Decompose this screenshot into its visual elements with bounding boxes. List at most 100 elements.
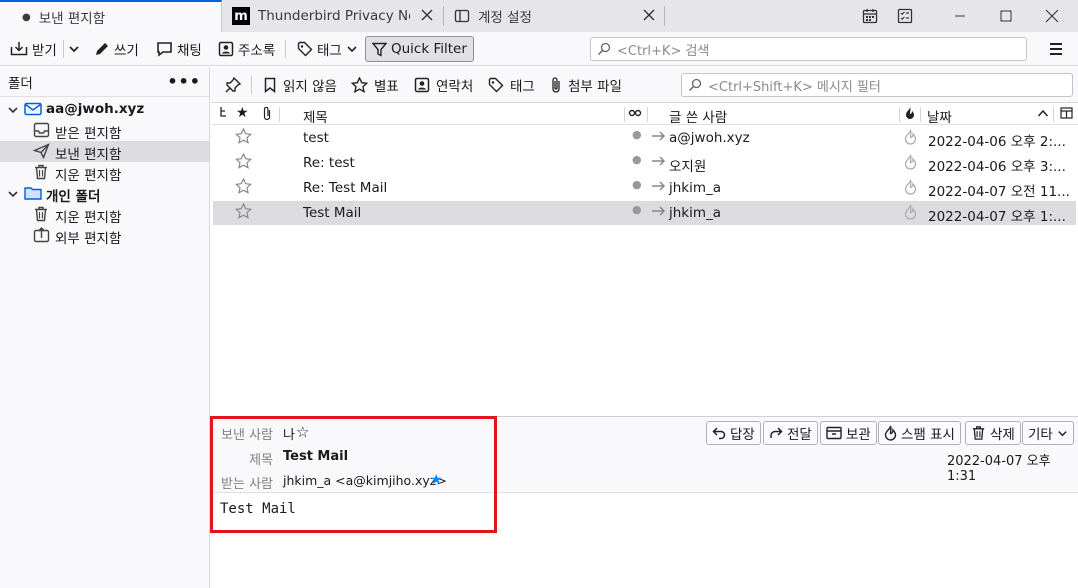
arrow-right-icon bbox=[651, 154, 667, 168]
star-outline-icon[interactable] bbox=[235, 153, 252, 169]
global-search-input[interactable]: <Ctrl+K> 검색 bbox=[590, 37, 1027, 61]
folder-local[interactable]: 개인 폴더 bbox=[0, 183, 209, 205]
archive-button[interactable]: 보관 bbox=[820, 421, 877, 445]
get-messages-dropdown[interactable] bbox=[64, 36, 84, 62]
tags-filter-button[interactable]: 태그 bbox=[484, 73, 539, 97]
message-recipient: a@jwoh.xyz bbox=[669, 130, 750, 146]
junk-flame-icon[interactable] bbox=[904, 179, 917, 195]
sticky-filter-button[interactable] bbox=[221, 73, 245, 97]
junk-column-icon[interactable] bbox=[904, 106, 916, 120]
subject-column[interactable]: 제목 bbox=[303, 106, 328, 126]
hamburger-menu-icon bbox=[1050, 43, 1062, 55]
download-icon bbox=[10, 42, 28, 56]
write-button[interactable]: 쓰기 bbox=[88, 36, 145, 62]
folder-inbox[interactable]: 받은 편지함 bbox=[0, 120, 209, 142]
unread-label: 읽지 않음 bbox=[283, 79, 337, 95]
read-dot-icon[interactable]: ● bbox=[632, 178, 642, 191]
thread-column-header: ★ 제목 글 쓴 사람 날짜 bbox=[211, 104, 1078, 126]
folder-trash[interactable]: 지운 편지함 bbox=[0, 162, 209, 184]
arrow-right-icon bbox=[651, 204, 667, 218]
message-row[interactable]: Re: test ● 오지원 2022-04-06 오후 3:... bbox=[213, 151, 1076, 175]
contact-label: 연락처 bbox=[436, 79, 474, 95]
get-messages-button[interactable]: 받기 bbox=[4, 36, 63, 62]
folder-sent[interactable]: 보낸 편지함 bbox=[0, 141, 209, 163]
quick-filter-button[interactable]: Quick Filter bbox=[365, 36, 474, 62]
message-date: 2022-04-07 오전 11... bbox=[928, 184, 1070, 200]
archive-label: 보관 bbox=[846, 427, 871, 443]
column-picker-icon[interactable] bbox=[1060, 107, 1073, 120]
recipient-column[interactable]: 글 쓴 사람 bbox=[669, 106, 727, 126]
date-column[interactable]: 날짜 bbox=[927, 106, 952, 126]
filter-icon bbox=[372, 42, 387, 57]
thread-column-icon[interactable] bbox=[219, 106, 229, 120]
pencil-icon bbox=[96, 43, 108, 55]
reply-button[interactable]: 답장 bbox=[706, 421, 761, 445]
tag-button[interactable]: 태그 bbox=[291, 36, 364, 62]
app-menu-button[interactable] bbox=[1042, 36, 1070, 62]
column-separator bbox=[899, 107, 900, 122]
mozilla-m-icon: m bbox=[232, 7, 250, 25]
read-status-column-icon[interactable] bbox=[628, 105, 642, 119]
message-recipient: jhkim_a bbox=[669, 180, 722, 196]
attachment-column-icon[interactable] bbox=[262, 106, 272, 121]
more-button[interactable]: 기타 bbox=[1022, 421, 1074, 445]
column-separator bbox=[624, 107, 625, 122]
message-row-selected[interactable]: Test Mail ● jhkim_a 2022-04-07 오후 1:... bbox=[213, 201, 1076, 225]
message-row[interactable]: test ● a@jwoh.xyz 2022-04-06 오후 2:... bbox=[213, 126, 1076, 150]
window-close-icon[interactable] bbox=[1038, 4, 1066, 28]
starred-filter-button[interactable]: 별표 bbox=[347, 73, 403, 97]
star-outline-icon[interactable] bbox=[235, 203, 252, 219]
junk-flame-icon[interactable] bbox=[904, 204, 917, 220]
read-dot-icon[interactable]: ● bbox=[632, 203, 642, 216]
account-label: aa@jwoh.xyz bbox=[46, 101, 145, 117]
attachment-filter-button[interactable]: 첨부 파일 bbox=[546, 73, 626, 97]
minimize-icon[interactable] bbox=[946, 4, 974, 28]
close-icon[interactable] bbox=[420, 8, 434, 22]
quick-filter-label: Quick Filter bbox=[391, 41, 467, 57]
folder-local-trash[interactable]: 지운 편지함 bbox=[0, 204, 209, 226]
maximize-icon[interactable] bbox=[992, 4, 1020, 28]
message-filter-input[interactable]: <Ctrl+Shift+K> 메시지 필터 bbox=[681, 73, 1073, 97]
chevron-down-icon[interactable] bbox=[7, 104, 19, 116]
sort-ascending-icon bbox=[1037, 108, 1049, 118]
message-date: 2022-04-06 오후 3:... bbox=[928, 159, 1066, 175]
star-outline-icon[interactable] bbox=[235, 178, 252, 194]
quick-filter-bar: 읽지 않음 별표 연락처 태그 첨부 파일 <Ctrl+Shift+K> 메시지… bbox=[211, 67, 1078, 103]
chat-button[interactable]: 채팅 bbox=[150, 36, 208, 62]
paperclip-icon bbox=[552, 77, 560, 93]
more-options-icon[interactable]: ••• bbox=[167, 72, 201, 91]
junk-flame-icon[interactable] bbox=[904, 129, 917, 145]
toolbar-separator bbox=[251, 76, 252, 94]
forward-label: 전달 bbox=[787, 427, 812, 443]
chevron-down-icon bbox=[1058, 430, 1067, 436]
message-row[interactable]: Re: Test Mail ● jhkim_a 2022-04-07 오전 11… bbox=[213, 176, 1076, 200]
read-dot-icon[interactable]: ● bbox=[632, 128, 642, 141]
trash-icon bbox=[35, 164, 47, 180]
close-icon[interactable] bbox=[642, 8, 656, 22]
chevron-down-icon[interactable] bbox=[7, 188, 19, 200]
delete-button[interactable]: 삭제 bbox=[965, 421, 1021, 445]
message-date: 2022-04-07 오후 1:31 bbox=[947, 454, 1051, 484]
forward-button[interactable]: 전달 bbox=[763, 421, 818, 445]
folder-account[interactable]: aa@jwoh.xyz bbox=[0, 99, 209, 120]
folder-pane: 폴더 ••• aa@jwoh.xyz 받은 편지함 보낸 편지함 지운 편지함 … bbox=[0, 67, 210, 588]
junk-button[interactable]: 스팸 표시 bbox=[878, 421, 961, 445]
read-dot-icon[interactable]: ● bbox=[632, 153, 642, 166]
tab-privacy-notice[interactable]: m Thunderbird Privacy Notice bbox=[222, 0, 442, 32]
star-column-icon[interactable]: ★ bbox=[236, 105, 249, 121]
folder-label: 지운 편지함 bbox=[55, 168, 122, 184]
tab-sent-folder[interactable]: ● 보낸 편지함 bbox=[0, 0, 222, 32]
message-subject: Re: test bbox=[303, 155, 355, 171]
unread-filter-button[interactable]: 읽지 않음 bbox=[259, 73, 341, 97]
contact-filter-button[interactable]: 연락처 bbox=[410, 73, 477, 97]
tab-account-settings[interactable]: 계정 설정 bbox=[444, 0, 664, 32]
tasks-icon[interactable] bbox=[891, 4, 919, 28]
folder-icon bbox=[24, 187, 42, 200]
folder-outbox[interactable]: 외부 편지함 bbox=[0, 225, 209, 247]
address-book-button[interactable]: 주소록 bbox=[212, 36, 281, 62]
more-label: 기타 bbox=[1028, 427, 1053, 443]
star-outline-icon[interactable] bbox=[235, 128, 252, 144]
calendar-icon[interactable] bbox=[856, 4, 884, 28]
junk-flame-icon[interactable] bbox=[904, 154, 917, 170]
chevron-down-icon bbox=[69, 46, 79, 53]
